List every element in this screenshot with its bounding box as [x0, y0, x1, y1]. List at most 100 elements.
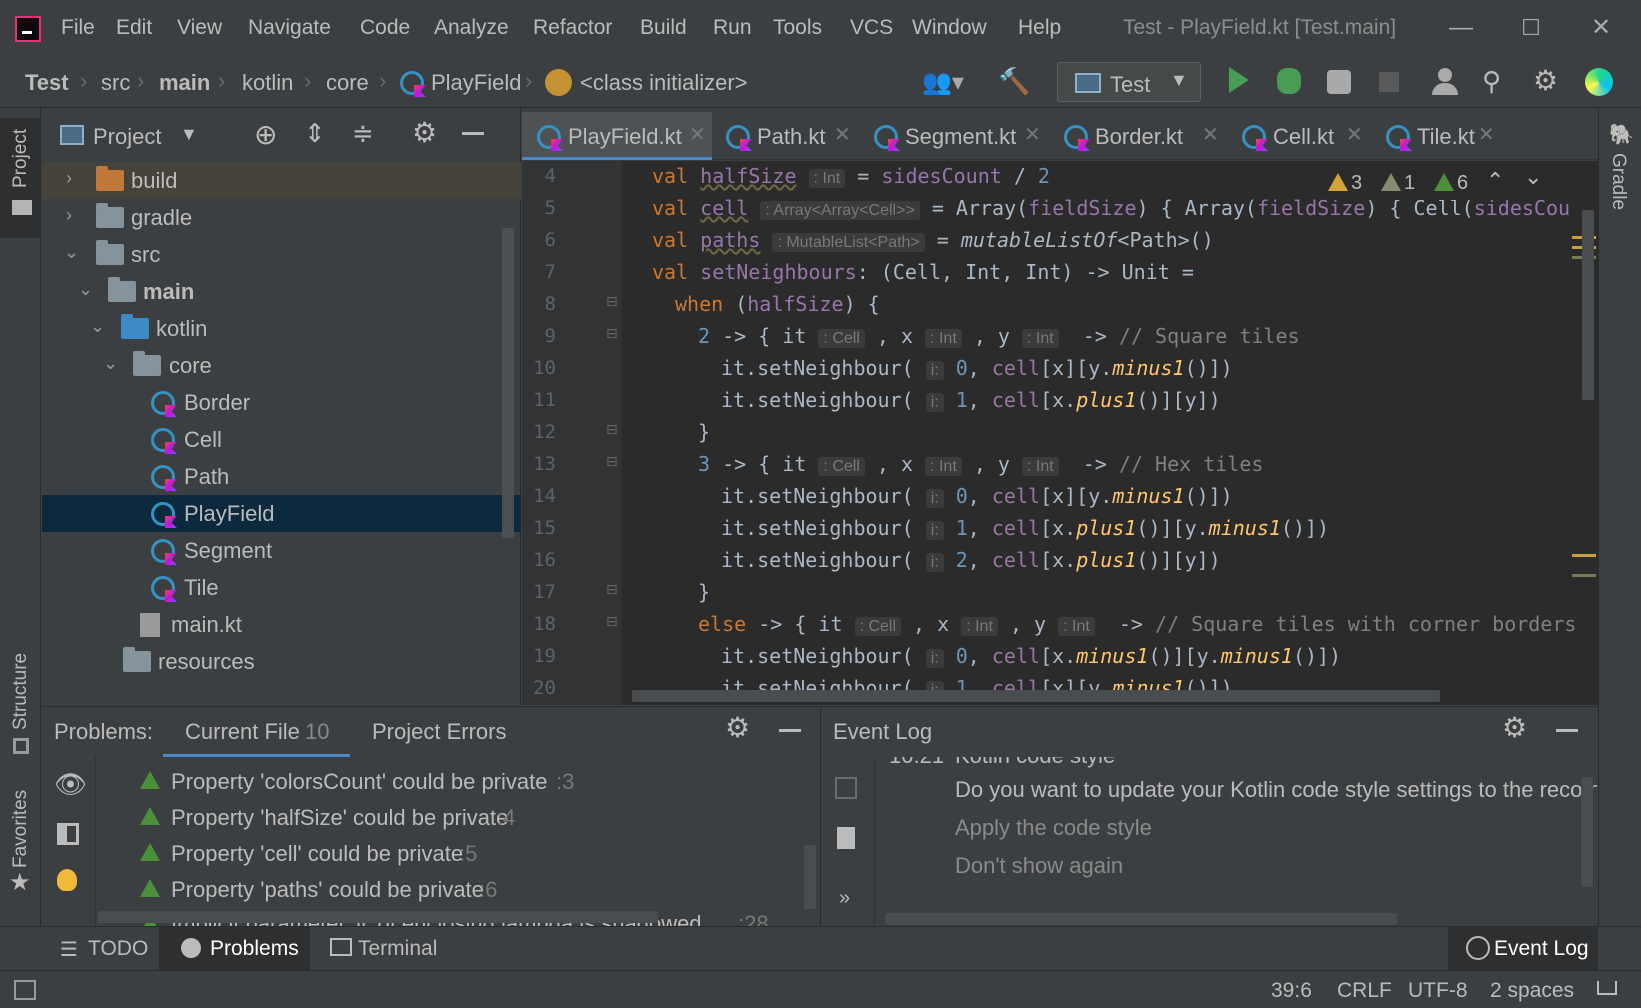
menu-tools[interactable]: Tools — [773, 16, 822, 40]
tab-segment-kt[interactable]: Segment.kt ✕ — [860, 112, 1050, 160]
tab-tile-kt[interactable]: Tile.kt ✕ — [1372, 112, 1512, 160]
tree-item-build[interactable]: › build — [42, 162, 521, 199]
trash-icon[interactable] — [837, 827, 855, 849]
chevron-down-icon[interactable]: ⌄ — [64, 242, 79, 263]
tree-item-segment[interactable]: Segment — [42, 532, 521, 569]
debug-icon[interactable] — [1277, 68, 1301, 94]
run-icon[interactable] — [1229, 67, 1249, 93]
list-item[interactable]: Property 'cell' could be private :5 — [98, 835, 798, 871]
chevron-right-icon[interactable]: › — [66, 205, 72, 226]
breadcrumb-src[interactable]: src — [101, 70, 130, 96]
tab-problems[interactable]: Problems — [159, 927, 310, 971]
menu-code[interactable]: Code — [360, 16, 410, 40]
breadcrumb-playfield[interactable]: PlayField — [431, 70, 521, 96]
hide-panel-icon[interactable] — [462, 132, 484, 135]
close-icon[interactable]: ✕ — [1202, 122, 1219, 147]
indent-setting[interactable]: 2 spaces — [1490, 979, 1574, 1003]
fold-marker-icon[interactable]: ⊟ — [606, 453, 618, 470]
list-item[interactable]: Property 'paths' could be private :6 — [98, 871, 798, 907]
settings-gear-icon[interactable]: ⚙ — [725, 711, 750, 744]
project-tool-tab[interactable]: Project — [0, 118, 41, 238]
vcs-user-icon[interactable]: 👥▾ — [922, 68, 964, 97]
unlock-icon[interactable] — [1597, 981, 1617, 995]
tree-item-resources[interactable]: resources — [42, 643, 521, 680]
chevron-right-icon[interactable]: › — [66, 168, 72, 189]
menu-file[interactable]: File — [61, 16, 95, 40]
menu-analyze[interactable]: Analyze — [434, 16, 509, 40]
tree-item-main[interactable]: ⌄ main — [42, 273, 521, 310]
chevron-down-icon[interactable]: ⌄ — [1524, 164, 1542, 190]
tab-terminal[interactable]: Terminal — [358, 937, 437, 961]
settings-gear-icon[interactable]: ⚙ — [412, 116, 437, 149]
hide-panel-icon[interactable] — [1556, 729, 1578, 732]
preview-icon[interactable] — [57, 823, 79, 845]
search-icon[interactable]: ⚲ — [1482, 66, 1501, 97]
breadcrumb-core[interactable]: core — [326, 70, 369, 96]
tree-item-tile[interactable]: Tile — [42, 569, 521, 606]
menu-refactor[interactable]: Refactor — [533, 16, 612, 40]
editor-horizontal-scrollbar[interactable] — [632, 690, 1440, 702]
account-icon[interactable] — [1432, 68, 1458, 96]
structure-tool-tab[interactable]: Structure — [0, 630, 41, 760]
tab-playfield-kt[interactable]: PlayField.kt ✕ — [522, 112, 712, 160]
tree-item-path[interactable]: Path — [42, 458, 521, 495]
tab-cell-kt[interactable]: Cell.kt ✕ — [1228, 112, 1372, 160]
tree-item-cell[interactable]: Cell — [42, 421, 521, 458]
fold-marker-icon[interactable]: ⊟ — [606, 421, 618, 438]
line-separator[interactable]: CRLF — [1337, 979, 1392, 1003]
tree-item-main-kt[interactable]: main.kt — [42, 606, 521, 643]
mark-all-read-icon[interactable] — [835, 777, 857, 799]
tab-current-file[interactable]: Current File 10 — [163, 707, 350, 757]
favorites-tool-tab[interactable]: Favorites ★ — [0, 780, 41, 900]
stop-icon[interactable] — [1379, 72, 1399, 92]
list-item[interactable]: Property 'colorsCount' could be private … — [98, 763, 798, 799]
tree-item-border[interactable]: Border — [42, 384, 521, 421]
menu-run[interactable]: Run — [713, 16, 752, 40]
maximize-button[interactable]: ☐ — [1503, 10, 1559, 46]
chevron-down-icon[interactable]: ⌄ — [90, 316, 105, 337]
locate-file-icon[interactable]: ⊕ — [254, 118, 277, 151]
event-log-horizontal-scrollbar[interactable] — [885, 913, 1397, 925]
menu-vcs[interactable]: VCS — [850, 16, 893, 40]
build-hammer-icon[interactable]: 🔨 — [998, 66, 1030, 97]
close-icon[interactable]: ✕ — [1346, 122, 1363, 147]
close-icon[interactable]: ✕ — [689, 122, 706, 147]
project-scrollbar[interactable] — [502, 228, 514, 538]
menu-navigate[interactable]: Navigate — [248, 16, 331, 40]
toggle-tool-windows-icon[interactable] — [14, 980, 36, 1000]
breadcrumb-test[interactable]: Test — [25, 70, 69, 96]
problems-horizontal-scrollbar[interactable] — [98, 911, 658, 923]
tab-event-log[interactable]: Event Log — [1448, 927, 1598, 971]
tree-item-playfield[interactable]: PlayField — [42, 495, 521, 532]
settings-gear-icon[interactable]: ⚙ — [1533, 64, 1558, 97]
tree-item-core[interactable]: ⌄ core — [42, 347, 521, 384]
fold-marker-icon[interactable]: ⊟ — [606, 613, 618, 630]
tree-item-src[interactable]: ⌄ src — [42, 236, 521, 273]
caret-position[interactable]: 39:6 — [1271, 979, 1312, 1003]
breadcrumb-class-initializer[interactable]: <class initializer> — [580, 70, 748, 96]
list-item[interactable]: Property 'halfSize' could be private :4 — [98, 799, 798, 835]
settings-gear-icon[interactable]: ⚙ — [1502, 711, 1527, 744]
fold-marker-icon[interactable]: ⊟ — [606, 325, 618, 342]
tab-path-kt[interactable]: Path.kt ✕ — [712, 112, 860, 160]
menu-edit[interactable]: Edit — [116, 16, 152, 40]
minimize-button[interactable]: — — [1433, 10, 1489, 46]
tab-project-errors[interactable]: Project Errors — [372, 719, 506, 745]
menu-view[interactable]: View — [177, 16, 222, 40]
inspection-widget[interactable]: 3 1 6 ⌃ ⌄ — [1328, 164, 1590, 200]
collapse-all-icon[interactable]: ≑ — [352, 118, 374, 149]
apply-code-style-link[interactable]: Apply the code style — [955, 815, 1152, 841]
close-button[interactable]: ✕ — [1573, 10, 1629, 46]
more-icon[interactable]: » — [839, 887, 850, 910]
breadcrumb-main[interactable]: main — [159, 70, 210, 96]
tab-border-kt[interactable]: Border.kt ✕ — [1050, 112, 1228, 160]
code-with-me-icon[interactable] — [1585, 68, 1613, 96]
chevron-down-icon[interactable]: ▼ — [180, 124, 198, 145]
chevron-down-icon[interactable]: ⌄ — [103, 353, 118, 374]
close-icon[interactable]: ✕ — [1024, 122, 1041, 147]
chevron-down-icon[interactable]: ⌄ — [78, 279, 93, 300]
expand-all-icon[interactable]: ⇕ — [304, 118, 326, 149]
menu-build[interactable]: Build — [640, 16, 687, 40]
tree-item-kotlin[interactable]: ⌄ kotlin — [42, 310, 521, 347]
lightbulb-icon[interactable] — [57, 869, 77, 891]
